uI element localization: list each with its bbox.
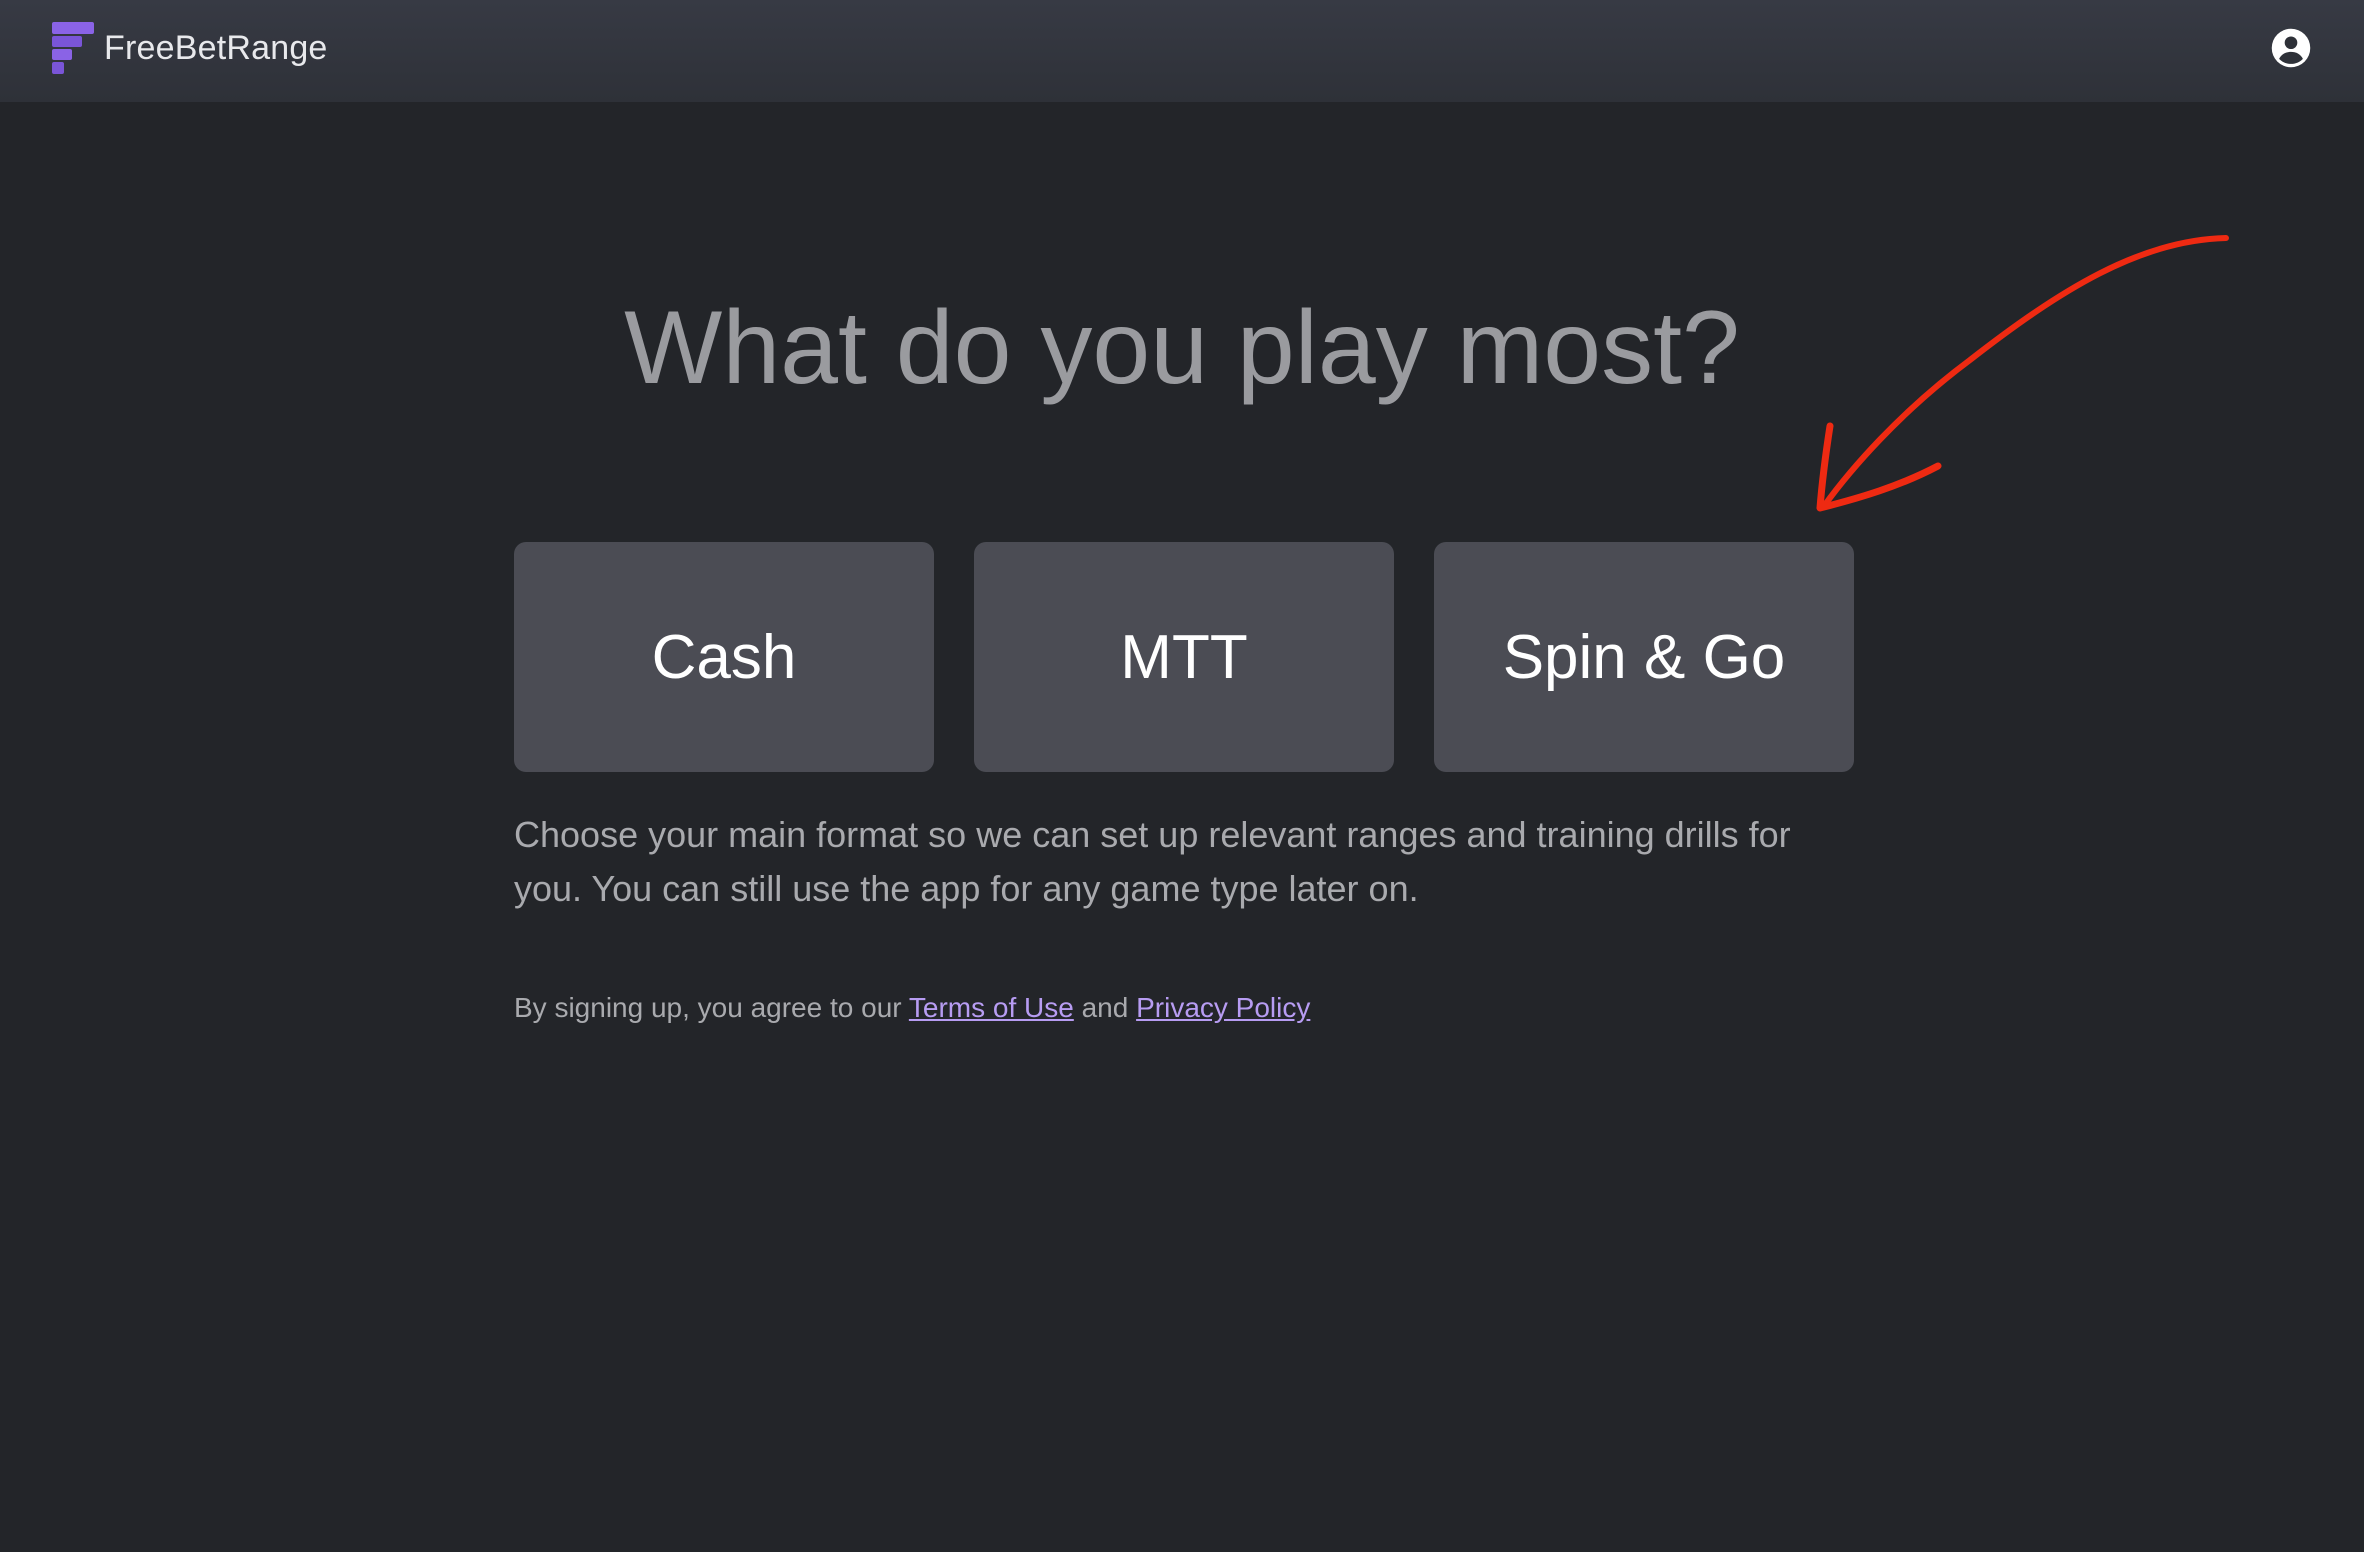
hand-drawn-arrow-icon — [1816, 235, 2229, 512]
format-option-spin-and-go-button[interactable]: Spin & Go — [1434, 542, 1854, 772]
terms-conjunction: and — [1081, 992, 1129, 1023]
freebetrange-logo-icon — [52, 22, 94, 74]
format-option-mtt-button[interactable]: MTT — [974, 542, 1394, 772]
terms-of-use-link[interactable]: Terms of Use — [909, 992, 1074, 1023]
format-description: Choose your main format so we can set up… — [514, 814, 1791, 909]
brand[interactable]: FreeBetRange — [52, 22, 328, 74]
top-app-bar: FreeBetRange — [0, 0, 2364, 102]
terms-prefix: By signing up, you agree to our — [514, 992, 902, 1023]
format-options: Cash MTT Spin & Go — [514, 542, 1854, 772]
privacy-policy-link[interactable]: Privacy Policy — [1136, 992, 1310, 1023]
format-option-cash-button[interactable]: Cash — [514, 542, 934, 772]
account-button[interactable] — [2270, 27, 2312, 69]
terms-notice: By signing up, you agree to our Terms of… — [514, 988, 1310, 1028]
account-circle-icon — [2271, 28, 2311, 68]
brand-name: FreeBetRange — [104, 28, 328, 67]
